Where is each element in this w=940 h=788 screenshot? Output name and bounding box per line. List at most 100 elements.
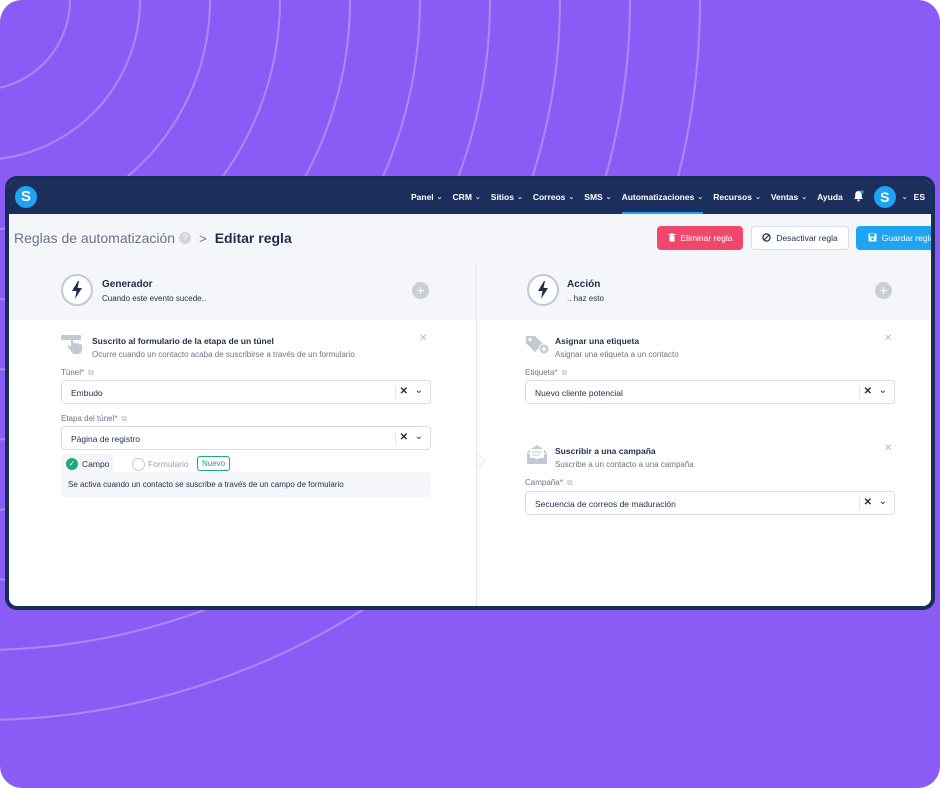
avatar[interactable]: S xyxy=(873,186,896,208)
field-label-text: Túnel xyxy=(61,368,82,377)
chevron-down-icon: ⌄ xyxy=(516,194,523,201)
promo-background: S Panel ⌄ CRM ⌄ Sitios ⌄ Correos ⌄ SMS ⌄ Auto… xyxy=(0,0,940,788)
app-logo[interactable]: S xyxy=(15,186,37,208)
campaign-select[interactable]: Secuencia de correos de maduración ✕ ⌄ xyxy=(525,491,895,515)
tag-field-label: Etiqueta* ⧉ xyxy=(525,368,567,378)
deactivate-rule-button[interactable]: Desactivar regla xyxy=(751,226,849,250)
hand-pointer-icon xyxy=(61,334,85,361)
action-panel-subtitle: .. haz esto xyxy=(567,294,604,303)
external-link-icon[interactable]: ⧉ xyxy=(122,414,128,423)
chevron-down-icon: ⌄ xyxy=(568,194,575,201)
tag-plus-icon xyxy=(525,334,551,361)
close-icon[interactable]: ✕ xyxy=(884,333,892,344)
external-link-icon[interactable]: ⧉ xyxy=(567,478,573,487)
chevron-down-icon: ⌄ xyxy=(436,194,443,201)
close-icon[interactable]: ✕ xyxy=(419,333,427,344)
field-label-text: Etapa del túnel xyxy=(61,414,115,423)
chevron-down-icon: ⌄ xyxy=(474,194,481,201)
lightning-bolt-icon xyxy=(527,274,559,306)
clear-icon[interactable]: ✕ xyxy=(864,497,872,508)
external-link-icon[interactable]: ⧉ xyxy=(561,368,567,377)
delete-rule-button[interactable]: Eliminar regla xyxy=(657,226,743,250)
page-header: Reglas de automatización ? > Editar regl… xyxy=(9,214,931,262)
required-marker: * xyxy=(559,478,563,487)
nav-item-panel[interactable]: Panel ⌄ xyxy=(411,180,443,214)
action-panel-title: Acción xyxy=(567,279,601,290)
select-separator xyxy=(395,386,396,399)
nav-item-ayuda[interactable]: Ayuda xyxy=(817,180,843,214)
nav-item-crm[interactable]: CRM ⌄ xyxy=(453,180,481,214)
chevron-down-icon: ⌄ xyxy=(697,194,704,201)
chevron-down-icon[interactable]: ⌄ xyxy=(415,385,423,396)
delete-rule-label: Eliminar regla xyxy=(680,233,733,243)
tab-formulario-label[interactable]: Formulario xyxy=(148,459,189,469)
external-link-icon[interactable]: ⧉ xyxy=(88,368,94,377)
action-2-description: Suscribe a un contacto a una campaña xyxy=(555,460,694,469)
save-rule-button[interactable]: Guardar regla xyxy=(856,226,935,250)
tag-select[interactable]: Nuevo cliente potencial ✕ ⌄ xyxy=(525,380,895,404)
tab-campo-label[interactable]: Campo xyxy=(82,459,109,469)
nav-item-label: SMS xyxy=(584,192,603,202)
rule-editor: Generador Cuando este evento sucede.. + … xyxy=(9,262,931,606)
clear-icon[interactable]: ✕ xyxy=(400,386,408,397)
nav-item-label: Recursos xyxy=(713,192,752,202)
breadcrumb: Reglas de automatización ? > Editar regl… xyxy=(14,230,292,246)
nav-menu: Panel ⌄ CRM ⌄ Sitios ⌄ Correos ⌄ SMS ⌄ Automa… xyxy=(401,180,925,214)
nav-item-label: CRM xyxy=(452,192,472,202)
page-title: Editar regla xyxy=(214,230,292,246)
select-separator xyxy=(859,386,860,399)
required-marker: * xyxy=(554,368,558,377)
add-trigger-button[interactable]: + xyxy=(412,282,429,299)
bell-icon[interactable] xyxy=(853,189,864,205)
funnel-step-select-value: Página de registro xyxy=(71,434,140,444)
radio-button[interactable] xyxy=(132,458,145,471)
trigger-card-title: Suscrito al formulario de la etapa de un… xyxy=(92,336,274,346)
nav-item-label: Ayuda xyxy=(817,192,843,202)
action-panel-header: Acción .. haz esto + xyxy=(477,262,931,320)
close-icon[interactable]: ✕ xyxy=(884,443,892,454)
envelope-icon xyxy=(525,442,549,471)
new-badge: Nuevo xyxy=(197,456,231,471)
trigger-panel-subtitle: Cuando este evento sucede.. xyxy=(102,294,207,303)
trigger-card-description: Ocurre cuando un contacto acaba de suscr… xyxy=(92,350,355,359)
nav-item-automatizaciones[interactable]: Automatizaciones ⌄ xyxy=(621,180,704,214)
chevron-down-icon: ⌄ xyxy=(801,194,808,201)
trigger-panel-title: Generador xyxy=(102,279,153,290)
chevron-down-icon: ⌄ xyxy=(754,194,761,201)
required-marker: * xyxy=(114,414,118,423)
funnel-step-select[interactable]: Página de registro ✕ ⌄ xyxy=(61,426,431,450)
chevron-down-icon[interactable]: ⌄ xyxy=(879,385,887,396)
nav-item-recursos[interactable]: Recursos ⌄ xyxy=(713,180,761,214)
select-separator xyxy=(859,497,860,510)
nav-item-ventas[interactable]: Ventas ⌄ xyxy=(771,180,807,214)
app-window: S Panel ⌄ CRM ⌄ Sitios ⌄ Correos ⌄ SMS ⌄ Auto… xyxy=(5,176,935,610)
subscription-source-tabs: ✓ Campo Formulario Nuevo Se activa cuand… xyxy=(61,454,431,506)
action-1-description: Asignar una etiqueta a un contacto xyxy=(555,350,679,359)
chevron-down-icon[interactable]: ⌄ xyxy=(415,431,423,442)
funnel-step-field-label: Etapa del túnel* ⧉ xyxy=(61,414,127,424)
top-navigation: S Panel ⌄ CRM ⌄ Sitios ⌄ Correos ⌄ SMS ⌄ Auto… xyxy=(9,180,931,214)
breadcrumb-parent-link[interactable]: Reglas de automatización xyxy=(14,230,175,246)
language-selector[interactable]: ES xyxy=(914,192,925,202)
nav-item-sitios[interactable]: Sitios ⌄ xyxy=(491,180,523,214)
nav-item-label: Panel xyxy=(410,192,434,202)
ban-icon xyxy=(762,232,771,244)
campaign-field-label: Campaña* ⧉ xyxy=(525,478,573,488)
save-rule-label: Guardar regla xyxy=(881,233,935,243)
deactivate-rule-label: Desactivar regla xyxy=(776,233,838,243)
chevron-down-icon[interactable]: ⌄ xyxy=(879,496,887,507)
floppy-disk-icon xyxy=(868,233,877,244)
tag-select-value: Nuevo cliente potencial xyxy=(535,388,623,398)
field-label-text: Etiqueta xyxy=(525,368,555,377)
funnel-select[interactable]: Embudo ✕ ⌄ xyxy=(61,380,431,404)
add-action-button[interactable]: + xyxy=(875,282,892,299)
help-icon[interactable]: ? xyxy=(179,232,192,244)
clear-icon[interactable]: ✕ xyxy=(400,432,408,443)
clear-icon[interactable]: ✕ xyxy=(864,386,872,397)
connector-arrow xyxy=(477,454,486,468)
nav-item-sms[interactable]: SMS ⌄ xyxy=(584,180,611,214)
nav-item-correos[interactable]: Correos ⌄ xyxy=(533,180,574,214)
chevron-down-icon[interactable]: ⌄ xyxy=(899,180,908,214)
action-2-title: Suscribir a una campaña xyxy=(555,446,656,456)
check-circle-icon[interactable]: ✓ xyxy=(66,458,78,470)
